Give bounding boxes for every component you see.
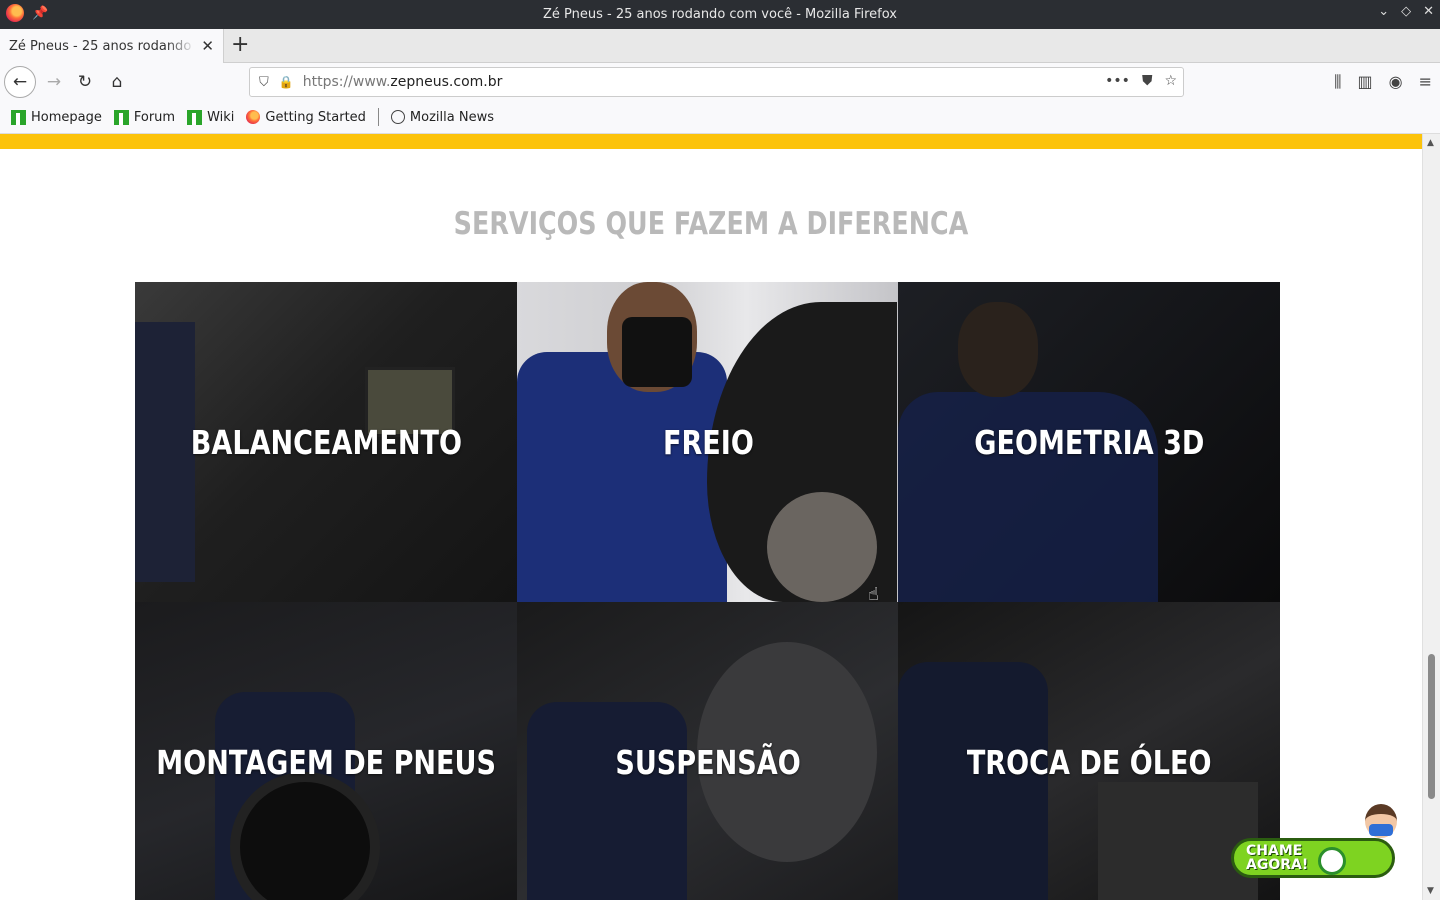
face-mask-image (622, 317, 692, 387)
whatsapp-icon (1318, 847, 1346, 875)
menu-icon[interactable]: ≡ (1419, 72, 1432, 92)
firefox-logo-icon (6, 4, 24, 22)
scroll-thumb[interactable] (1428, 654, 1435, 799)
accent-bar (0, 134, 1422, 149)
bookmark-homepage[interactable]: Homepage (11, 109, 102, 125)
section-title: SERVIÇOS QUE FAZEM A DIFERENCA (453, 206, 969, 242)
bookmark-star-icon[interactable]: ☆ (1164, 73, 1177, 89)
pocket-icon[interactable]: ⛊ (1142, 73, 1153, 89)
service-card-montagem-de-pneus[interactable]: MONTAGEM DE PNEUS (135, 602, 517, 900)
mascot-mask (1369, 824, 1393, 836)
reload-icon: ↻ (77, 72, 93, 92)
back-icon: ← (12, 72, 28, 92)
bookmark-green-icon (113, 109, 129, 125)
close-icon[interactable]: ✕ (201, 37, 214, 55)
forward-icon: → (46, 72, 62, 92)
minimize-icon[interactable]: ⌄ (1378, 4, 1389, 19)
url-text[interactable]: https://www.zepneus.com.br (303, 74, 503, 90)
url-bar[interactable]: ⛉ 🔒 https://www.zepneus.com.br ••• ⛊ ☆ (249, 67, 1184, 97)
service-label: MONTAGEM DE PNEUS (156, 742, 496, 782)
mechanic-head-image (958, 302, 1038, 397)
service-label: TROCA DE ÓLEO (966, 742, 1212, 782)
titlebar-left: 📌 (6, 4, 48, 22)
service-card-geometria-3d[interactable]: GEOMETRIA 3D (898, 282, 1280, 602)
services-grid: BALANCEAMENTO FREIO GEOMETRIA 3D MONTAGE… (135, 282, 1280, 900)
window-controls: ⌄ ◇ ✕ (1378, 4, 1434, 19)
tab-strip: Zé Pneus - 25 anos rodando com você - Mo… (0, 29, 1440, 63)
new-tab-icon[interactable]: + (231, 32, 249, 57)
page-viewport: SERVIÇOS QUE FAZEM A DIFERENCA BALANCEAM… (0, 134, 1422, 900)
reload-button[interactable]: ↻ (71, 68, 99, 96)
library-icon[interactable]: ⫼ (1334, 72, 1341, 92)
mechanic-shirt-image (517, 352, 727, 602)
window-title: Zé Pneus - 25 anos rodando com você - Mo… (543, 7, 897, 22)
tracking-shield-icon[interactable]: ⛉ (259, 75, 269, 90)
whatsapp-cta-button[interactable]: CHAME AGORA! (1231, 800, 1401, 882)
bookmark-mozilla-news[interactable]: Mozilla News (390, 110, 494, 125)
service-label: SUSPENSÃO (615, 742, 801, 782)
mechanic-figure-image (527, 702, 687, 900)
forward-button[interactable]: → (40, 68, 68, 96)
mascot-avatar-icon (1361, 800, 1401, 860)
tab-title: Zé Pneus - 25 anos rodando com você - Mo… (9, 38, 195, 54)
bookmark-green-icon (11, 109, 26, 125)
scroll-down-icon[interactable]: ▼ (1427, 886, 1434, 896)
close-window-icon[interactable]: ✕ (1423, 4, 1434, 19)
service-card-balanceamento[interactable]: BALANCEAMENTO (135, 282, 517, 602)
hand-cursor-icon: ☝ (868, 584, 879, 605)
home-button[interactable]: ⌂ (103, 68, 131, 96)
service-label: FREIO (662, 422, 754, 462)
page-scrollbar[interactable]: ▲ ▼ (1422, 134, 1440, 900)
service-card-freio[interactable]: FREIO (517, 282, 899, 602)
brake-disc-image (767, 492, 877, 602)
window-titlebar: 📌 Zé Pneus - 25 anos rodando com você - … (0, 0, 1440, 29)
navigation-toolbar: ← → ↻ ⌂ ⛉ 🔒 https://www.zepneus.com.br •… (0, 63, 1440, 101)
mechanic-figure-image (135, 322, 195, 582)
scroll-up-icon[interactable]: ▲ (1427, 138, 1434, 148)
home-icon: ⌂ (111, 72, 123, 92)
page-actions-icon[interactable]: ••• (1105, 73, 1130, 89)
account-icon[interactable]: ◉ (1389, 72, 1403, 92)
bookmark-forum[interactable]: Forum (113, 109, 175, 125)
service-card-suspensao[interactable]: SUSPENSÃO (517, 602, 899, 900)
bookmark-getting-started[interactable]: Getting Started (246, 110, 366, 125)
url-actions: ••• ⛊ ☆ (1105, 73, 1177, 89)
cta-text: CHAME AGORA! (1246, 843, 1309, 873)
lock-icon[interactable]: 🔒 (279, 75, 294, 89)
sidebar-icon[interactable]: ▥ (1358, 72, 1373, 92)
bookmark-wiki[interactable]: Wiki (187, 109, 234, 125)
service-label: GEOMETRIA 3D (973, 422, 1205, 462)
bookmarks-toolbar: Homepage Forum Wiki Getting Started Mozi… (0, 101, 1440, 134)
toolbar-right: ⫼ ▥ ◉ ≡ (1334, 72, 1432, 92)
service-label: BALANCEAMENTO (190, 422, 462, 462)
tab-active[interactable]: Zé Pneus - 25 anos rodando com você - Mo… (0, 29, 224, 63)
pin-icon[interactable]: 📌 (32, 6, 48, 21)
bookmark-green-icon (187, 109, 203, 125)
service-card-troca-de-oleo[interactable]: TROCA DE ÓLEO (898, 602, 1280, 900)
back-button[interactable]: ← (4, 66, 36, 98)
firefox-icon (246, 110, 261, 124)
globe-icon (390, 110, 405, 124)
maximize-icon[interactable]: ◇ (1401, 4, 1411, 19)
bookmark-separator (377, 108, 379, 126)
